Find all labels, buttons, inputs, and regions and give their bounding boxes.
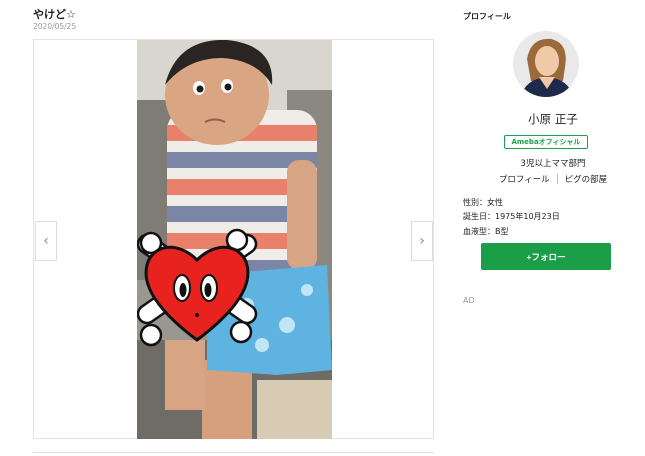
chevron-left-icon: ‹	[43, 233, 49, 249]
profile-link[interactable]: プロフィール	[499, 173, 550, 185]
link-separator	[556, 174, 558, 184]
post-title: やけど☆	[33, 8, 76, 21]
profile-blood-type: 血液型：B型	[463, 227, 509, 236]
gallery-next-button[interactable]: ›	[411, 221, 433, 261]
profile-birthday: 誕生日：1975年10月23日	[463, 212, 560, 221]
author-category[interactable]: 3児以上ママ部門	[463, 157, 643, 169]
official-badge: Amebaオフィシャル	[504, 135, 588, 149]
content-divider	[33, 452, 434, 453]
photo-illustration	[137, 40, 332, 439]
pigg-room-link[interactable]: ピグの部屋	[565, 173, 608, 185]
profile-heading: プロフィール	[463, 12, 511, 21]
profile-gender: 性別：女性	[463, 198, 503, 207]
chevron-right-icon: ›	[419, 233, 425, 249]
post-photo[interactable]	[137, 40, 332, 439]
gallery-prev-button[interactable]: ‹	[35, 221, 57, 261]
author-name[interactable]: 小原 正子	[463, 111, 643, 127]
ad-label: AD	[463, 296, 475, 305]
image-gallery: ‹ ›	[33, 39, 434, 439]
post-date: 2020/05/25	[33, 22, 77, 31]
avatar-photo	[513, 31, 579, 97]
profile-links: プロフィール ピグの部屋	[463, 173, 643, 185]
avatar[interactable]	[513, 31, 579, 97]
follow-button[interactable]: +フォロー	[481, 243, 611, 270]
